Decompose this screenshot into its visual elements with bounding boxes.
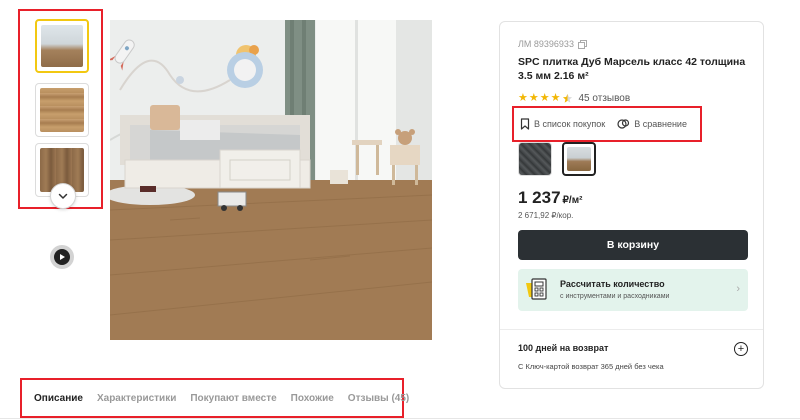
add-to-shopping-list-button[interactable]: В список покупок [520,118,605,130]
play-video-button[interactable] [50,245,74,269]
product-actions: В список покупок В сравнение [512,106,702,142]
calculator-subtitle: с инструментами и расходниками [560,293,670,300]
price: 1 237 ₽/м² [518,188,582,208]
chevron-down-icon [58,193,68,199]
product-info-panel: ЛМ 89396933 SPC плитка Дуб Марсель класс… [499,21,764,389]
play-icon [60,254,65,260]
bookmark-icon [520,118,530,130]
variant-image [567,147,591,171]
tab-description[interactable]: Описание [34,393,83,404]
thumbnail-image [40,88,84,132]
sku: ЛМ 89396933 [518,39,587,49]
price-per-box: 2 671,92 ₽/кор. [518,211,574,220]
thumbnail-strip [18,9,103,209]
star-icon: ★ [539,92,550,104]
star-icon: ★ [518,92,528,104]
tab-characteristics[interactable]: Характеристики [97,393,176,404]
compare-icon [617,119,630,129]
half-star-icon [562,93,572,103]
thumbnail-2[interactable] [35,83,89,137]
chevron-right-icon: › [736,283,740,295]
divider [0,418,800,419]
thumbnail-image [41,25,83,67]
compare-label: В сравнение [634,119,687,129]
calculator-icon [526,278,547,300]
price-unit: ₽/м² [562,195,583,206]
divider [500,329,763,330]
variant-oak-selected[interactable] [562,142,596,176]
rating[interactable]: ★ ★ ★ ★ 45 отзывов [518,92,630,104]
product-title: SPC плитка Дуб Марсель класс 42 толщина … [518,56,746,82]
reviews-count[interactable]: 45 отзывов [579,93,631,104]
copy-icon[interactable] [577,39,587,49]
product-tabs: Описание Характеристики Покупают вместе … [20,378,409,418]
thumbnail-1[interactable] [35,19,89,73]
calculate-quantity-button[interactable]: Рассчитать количество с инструментами и … [518,269,748,311]
return-policy-subtitle: С Ключ-картой возврат 365 дней без чека [518,362,664,371]
star-icon: ★ [550,92,561,104]
main-product-image[interactable] [110,20,432,340]
star-icon: ★ [528,92,539,104]
return-policy-title: 100 дней на возврат [518,343,609,353]
expand-plus-icon[interactable]: + [734,342,748,356]
price-value: 1 237 [518,188,561,207]
add-to-cart-button[interactable]: В корзину [518,230,748,260]
tab-reviews[interactable]: Отзывы (45) [348,393,409,404]
add-to-compare-button[interactable]: В сравнение [617,118,687,130]
sku-text: ЛМ 89396933 [518,39,574,49]
bedroom-photo [110,20,432,340]
calculator-title: Рассчитать количество [560,279,665,289]
variant-dark[interactable] [518,142,552,176]
tab-similar[interactable]: Похожие [291,393,334,404]
tab-bought-together[interactable]: Покупают вместе [190,393,276,404]
product-page: Описание Характеристики Покупают вместе … [0,0,800,420]
shopping-list-label: В список покупок [534,119,606,129]
thumbnails-scroll-down-button[interactable] [50,183,76,209]
